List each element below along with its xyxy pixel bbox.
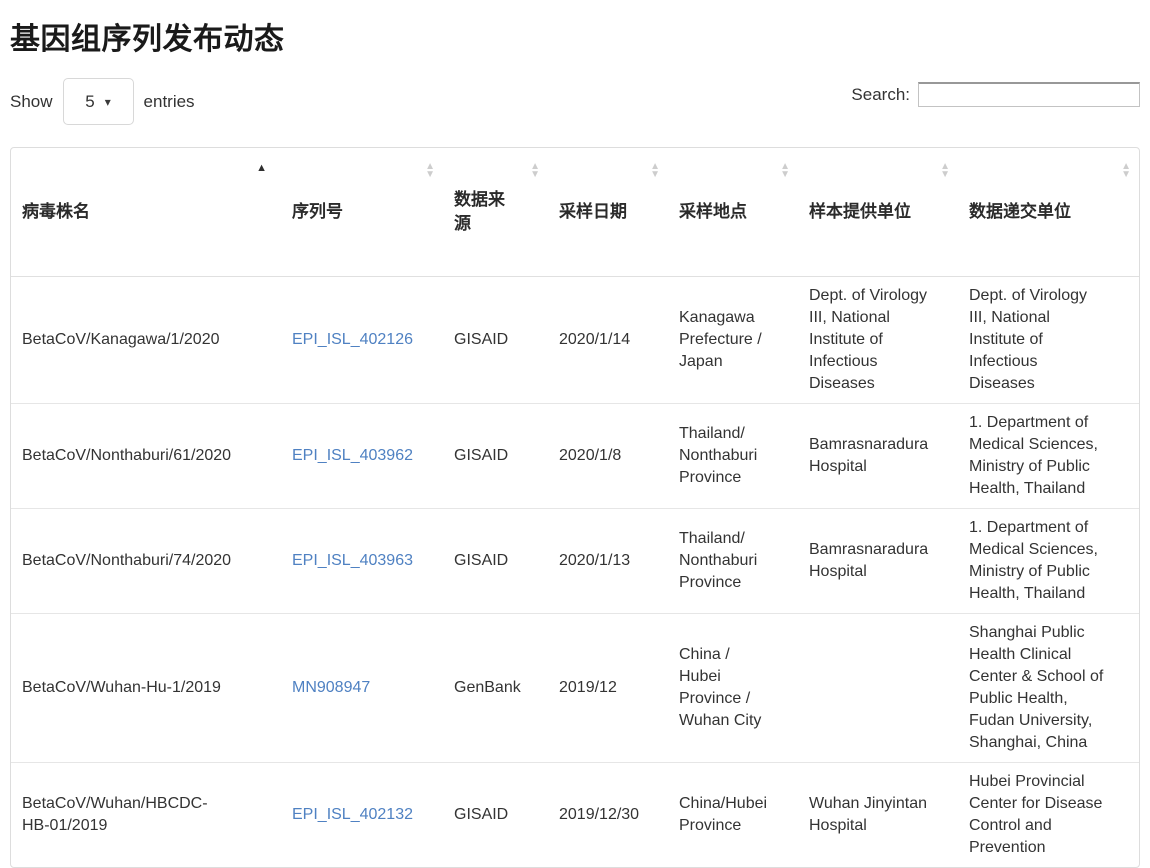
table-row: BetaCoV/Wuhan/HBCDC- HB-01/2019 EPI_ISL_… [11, 763, 1139, 868]
page-length-select[interactable]: 5 ▾ [63, 78, 134, 125]
search-input[interactable] [918, 82, 1140, 107]
submitter-cell: Dept. of Virology III, National Institut… [958, 277, 1139, 404]
date-cell: 2020/1/13 [548, 509, 668, 614]
column-label: 病毒株名 [22, 202, 90, 221]
column-header-sample-provider[interactable]: 样本提供单位 ▲▼ [798, 148, 958, 277]
submitter-cell: 1. Department of Medical Sciences, Minis… [958, 404, 1139, 509]
table-row: BetaCoV/Kanagawa/1/2020 EPI_ISL_402126 G… [11, 277, 1139, 404]
sort-down-icon: ▼ [425, 171, 435, 179]
strain-cell: BetaCoV/Wuhan-Hu-1/2019 [11, 614, 281, 763]
sort-icon: ▲▼ [780, 163, 790, 179]
accession-link[interactable]: EPI_ISL_402126 [292, 331, 413, 348]
sort-icon: ▲▼ [940, 163, 950, 179]
submitter-cell: 1. Department of Medical Sciences, Minis… [958, 509, 1139, 614]
column-label: 序列号 [292, 202, 343, 221]
date-cell: 2019/12/30 [548, 763, 668, 868]
submitter-cell: Hubei Provincial Center for Disease Cont… [958, 763, 1139, 868]
column-label: 采样日期 [559, 202, 627, 221]
accession-cell: EPI_ISL_402132 [281, 763, 443, 868]
caret-down-icon: ▾ [105, 96, 111, 108]
accession-cell: EPI_ISL_402126 [281, 277, 443, 404]
strain-cell: BetaCoV/Kanagawa/1/2020 [11, 277, 281, 404]
source-cell: GISAID [443, 404, 548, 509]
location-cell: Kanagawa Prefecture / Japan [668, 277, 798, 404]
strain-cell: BetaCoV/Wuhan/HBCDC- HB-01/2019 [11, 763, 281, 868]
location-cell: China / Hubei Province / Wuhan City [668, 614, 798, 763]
search-label: Search: [851, 85, 910, 105]
location-cell: China/Hubei Province [668, 763, 798, 868]
data-table: 病毒株名 ▲ 序列号 ▲▼ 数据来 源 ▲▼ 采样日期 ▲▼ [10, 147, 1140, 868]
search-control: Search: [851, 82, 1140, 107]
column-label: 样本提供单位 [809, 202, 911, 221]
sort-down-icon: ▼ [780, 171, 790, 179]
date-cell: 2020/1/14 [548, 277, 668, 404]
column-label: 数据来 源 [454, 190, 505, 233]
provider-cell: Bamrasnaradura Hospital [798, 404, 958, 509]
table-controls: Show 5 ▾ entries Search: [10, 78, 1140, 125]
column-header-data-submitter[interactable]: 数据递交单位 ▲▼ [958, 148, 1139, 277]
date-cell: 2019/12 [548, 614, 668, 763]
page-length-value: 5 [85, 92, 94, 112]
provider-cell: Wuhan Jinyintan Hospital [798, 763, 958, 868]
table-row: BetaCoV/Wuhan-Hu-1/2019 MN908947 GenBank… [11, 614, 1139, 763]
entries-label: entries [144, 92, 195, 112]
sort-down-icon: ▼ [940, 171, 950, 179]
column-header-accession[interactable]: 序列号 ▲▼ [281, 148, 443, 277]
column-header-data-source[interactable]: 数据来 源 ▲▼ [443, 148, 548, 277]
sort-icon: ▲▼ [425, 163, 435, 179]
accession-link[interactable]: EPI_ISL_403962 [292, 447, 413, 464]
accession-link[interactable]: EPI_ISL_402132 [292, 806, 413, 823]
strain-cell: BetaCoV/Nonthaburi/74/2020 [11, 509, 281, 614]
date-cell: 2020/1/8 [548, 404, 668, 509]
source-cell: GISAID [443, 509, 548, 614]
column-header-sample-location[interactable]: 采样地点 ▲▼ [668, 148, 798, 277]
column-header-virus-strain[interactable]: 病毒株名 ▲ [11, 148, 281, 277]
sort-icon: ▲▼ [530, 163, 540, 179]
sort-down-icon: ▼ [530, 171, 540, 179]
column-header-sample-date[interactable]: 采样日期 ▲▼ [548, 148, 668, 277]
strain-cell: BetaCoV/Nonthaburi/61/2020 [11, 404, 281, 509]
provider-cell: Bamrasnaradura Hospital [798, 509, 958, 614]
provider-cell [798, 614, 958, 763]
sort-ascending-icon: ▲ [256, 163, 267, 173]
header-row: 病毒株名 ▲ 序列号 ▲▼ 数据来 源 ▲▼ 采样日期 ▲▼ [11, 148, 1139, 277]
source-cell: GISAID [443, 277, 548, 404]
page-title: 基因组序列发布动态 [10, 14, 1140, 58]
show-label: Show [10, 92, 53, 112]
page-length-control: Show 5 ▾ entries [10, 78, 195, 125]
submitter-cell: Shanghai Public Health Clinical Center &… [958, 614, 1139, 763]
source-cell: GenBank [443, 614, 548, 763]
accession-link[interactable]: MN908947 [292, 679, 370, 696]
table-row: BetaCoV/Nonthaburi/74/2020 EPI_ISL_40396… [11, 509, 1139, 614]
location-cell: Thailand/ Nonthaburi Province [668, 404, 798, 509]
location-cell: Thailand/ Nonthaburi Province [668, 509, 798, 614]
accession-cell: EPI_ISL_403963 [281, 509, 443, 614]
accession-cell: EPI_ISL_403962 [281, 404, 443, 509]
sort-down-icon: ▼ [1121, 171, 1131, 179]
source-cell: GISAID [443, 763, 548, 868]
column-label: 采样地点 [679, 202, 747, 221]
sort-icon: ▲▼ [1121, 163, 1131, 179]
sort-down-icon: ▼ [650, 171, 660, 179]
table-row: BetaCoV/Nonthaburi/61/2020 EPI_ISL_40396… [11, 404, 1139, 509]
column-label: 数据递交单位 [969, 202, 1071, 221]
provider-cell: Dept. of Virology III, National Institut… [798, 277, 958, 404]
sort-icon: ▲▼ [650, 163, 660, 179]
accession-cell: MN908947 [281, 614, 443, 763]
page: 基因组序列发布动态 Show 5 ▾ entries Search: [0, 0, 1150, 868]
accession-link[interactable]: EPI_ISL_403963 [292, 552, 413, 569]
